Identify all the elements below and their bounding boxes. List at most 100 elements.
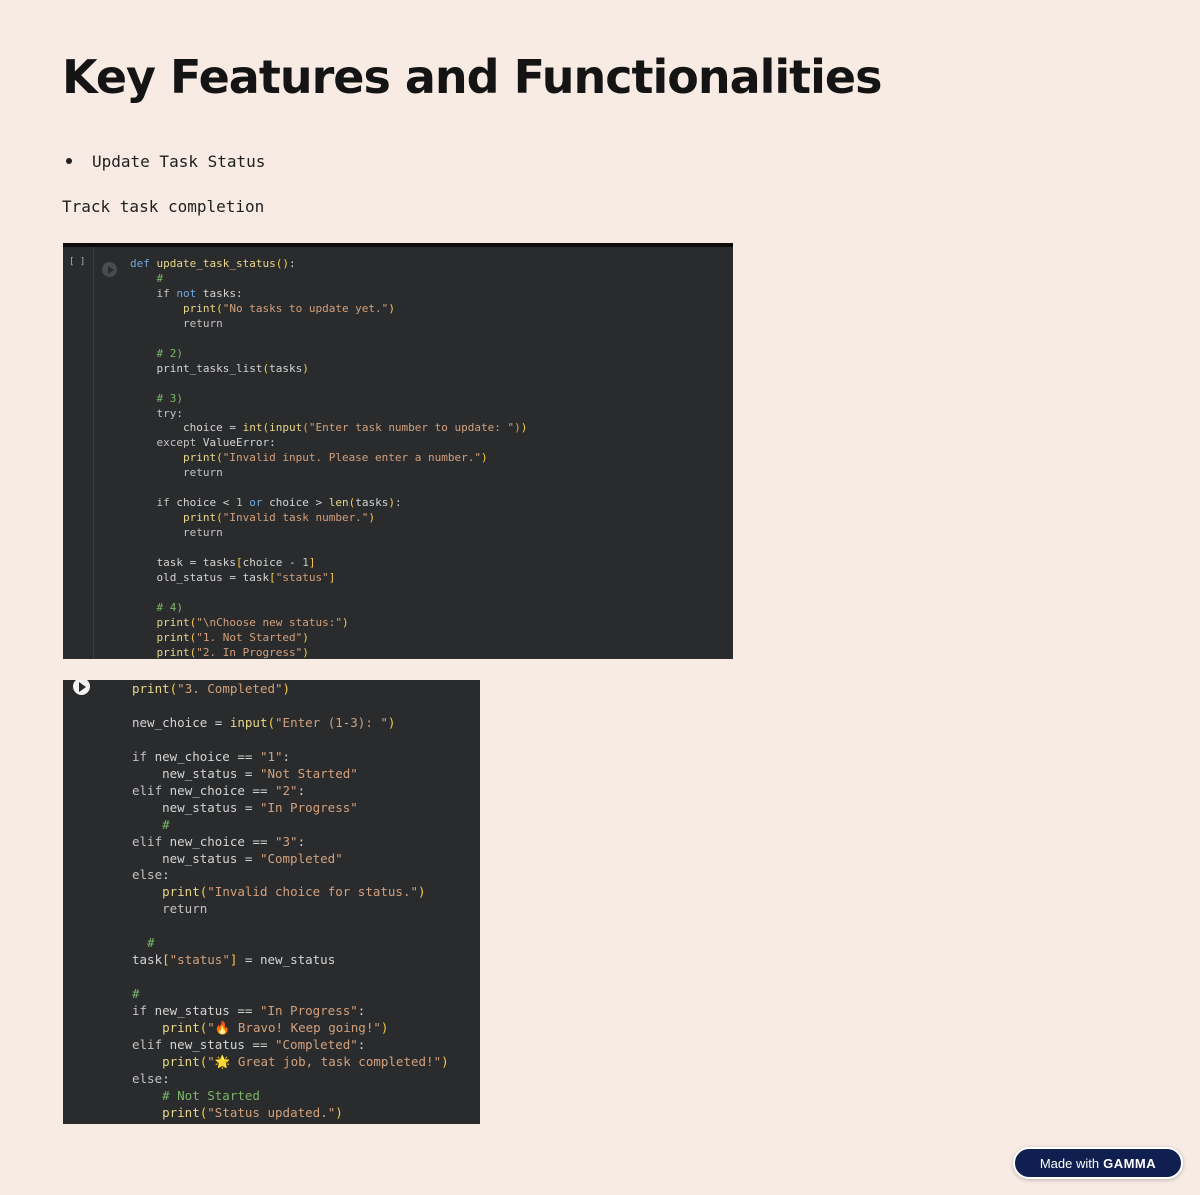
code-editor[interactable]: def update_task_status(): # if not tasks… bbox=[130, 257, 527, 659]
code-token: ) bbox=[302, 361, 309, 375]
code-token: ( bbox=[216, 511, 223, 525]
code-token: () bbox=[275, 257, 289, 270]
badge-prefix: Made with bbox=[1039, 1155, 1100, 1171]
code-line: print("3. Completed") bbox=[132, 681, 290, 696]
code-token: : bbox=[282, 748, 291, 764]
code-token: print bbox=[162, 884, 200, 900]
code-line: # Not Started bbox=[132, 1088, 260, 1103]
code-line: # bbox=[132, 986, 140, 1001]
code-token: ( bbox=[216, 301, 223, 315]
code-token: : bbox=[162, 1070, 170, 1086]
code-line: except ValueError: bbox=[130, 436, 276, 449]
code-line: print("🔥 Bravo! Keep going!") bbox=[132, 1020, 388, 1035]
code-token: new_status = bbox=[132, 765, 260, 781]
code-token: "Completed" bbox=[259, 850, 343, 866]
code-line: print_tasks_list(tasks) bbox=[130, 361, 309, 375]
bullet-dot-icon bbox=[66, 158, 72, 164]
code-token: or bbox=[242, 496, 270, 510]
code-token: print bbox=[182, 301, 217, 315]
code-token: "\nChoose new status:" bbox=[196, 615, 342, 629]
code-line: return bbox=[130, 317, 223, 330]
code-line: try: bbox=[130, 406, 184, 420]
code-token: ) bbox=[481, 451, 488, 465]
code-line: print("Invalid task number.") bbox=[130, 511, 375, 524]
code-token: ValueError: bbox=[202, 436, 276, 450]
code-token: len bbox=[328, 496, 349, 510]
code-token: except bbox=[156, 436, 203, 450]
code-token: elif bbox=[132, 1037, 170, 1053]
code-line: else: bbox=[132, 867, 170, 882]
code-token: "2" bbox=[275, 782, 298, 798]
code-token: "2. In Progress" bbox=[196, 645, 303, 659]
code-token: new_status == bbox=[169, 1037, 275, 1053]
code-line: print("Status updated.") bbox=[132, 1105, 343, 1120]
code-token: # 3) bbox=[130, 391, 183, 405]
code-line: # 2) bbox=[130, 347, 183, 360]
code-token: choice < bbox=[176, 496, 236, 510]
code-line: print("2. In Progress") bbox=[130, 646, 309, 659]
code-token: print bbox=[132, 681, 170, 696]
run-cell-icon[interactable] bbox=[73, 680, 90, 695]
code-token: : bbox=[357, 1037, 366, 1053]
code-line: if not tasks: bbox=[130, 287, 243, 300]
code-line: new_status = "Completed" bbox=[132, 851, 343, 866]
code-token: ) bbox=[514, 421, 521, 435]
code-token: ) bbox=[388, 496, 395, 510]
code-token: int bbox=[242, 421, 263, 435]
page-title: Key Features and Functionalities bbox=[62, 50, 882, 104]
code-token: "In Progress" bbox=[259, 1003, 358, 1019]
code-token: try bbox=[156, 406, 177, 420]
code-line: print("Invalid choice for status.") bbox=[132, 884, 425, 900]
code-token: tasks bbox=[355, 496, 389, 510]
code-token: input bbox=[229, 714, 268, 730]
code-token: return bbox=[182, 466, 223, 480]
code-token: else bbox=[132, 867, 163, 883]
code-token: elif bbox=[132, 833, 170, 849]
code-line: else: bbox=[132, 1071, 170, 1086]
code-token: print bbox=[162, 1020, 200, 1036]
code-token: not bbox=[176, 286, 203, 300]
code-token: "Enter task number to update: " bbox=[308, 421, 515, 435]
made-with-gamma-badge[interactable]: Made with GAMMA bbox=[1013, 1147, 1183, 1179]
code-token: ) bbox=[302, 645, 309, 659]
code-token: ) bbox=[335, 1104, 343, 1120]
code-token: : bbox=[288, 257, 296, 270]
code-token: 1 bbox=[235, 496, 243, 510]
code-token: if bbox=[156, 286, 177, 300]
code-token: "No tasks to update yet." bbox=[222, 301, 389, 315]
code-token: new_choice = bbox=[132, 714, 230, 730]
code-token: choice = bbox=[130, 421, 243, 435]
code-token: task bbox=[132, 952, 163, 968]
code-editor[interactable]: print("3. Completed") new_choice = input… bbox=[132, 681, 449, 1122]
run-cell-icon[interactable] bbox=[102, 262, 117, 277]
code-token: "In Progress" bbox=[259, 799, 358, 815]
code-token: print_tasks_list bbox=[130, 361, 263, 375]
code-line: def update_task_status(): bbox=[130, 257, 296, 270]
code-token: ) bbox=[282, 681, 291, 696]
code-token: tasks: bbox=[202, 286, 243, 300]
code-token: print bbox=[182, 451, 217, 465]
code-token: "status" bbox=[169, 952, 230, 968]
code-token: ) bbox=[388, 301, 395, 315]
code-token: if bbox=[132, 748, 155, 764]
code-token: return bbox=[182, 526, 223, 540]
code-token: "Status updated." bbox=[207, 1104, 336, 1120]
code-cell-1[interactable]: [ ] def update_task_status(): # if not t… bbox=[63, 243, 733, 659]
code-line: # bbox=[132, 817, 170, 832]
code-line: new_choice = input("Enter (1-3): ") bbox=[132, 715, 395, 730]
code-token: new_status = bbox=[132, 799, 260, 815]
code-token: def bbox=[130, 257, 157, 270]
code-token: print bbox=[182, 511, 217, 525]
code-cell-2[interactable]: print("3. Completed") new_choice = input… bbox=[63, 680, 480, 1124]
code-line: # bbox=[132, 935, 155, 950]
code-line: return bbox=[130, 526, 223, 539]
description-text: Track task completion bbox=[62, 197, 265, 216]
code-line: elif new_choice == "3": bbox=[132, 834, 305, 849]
